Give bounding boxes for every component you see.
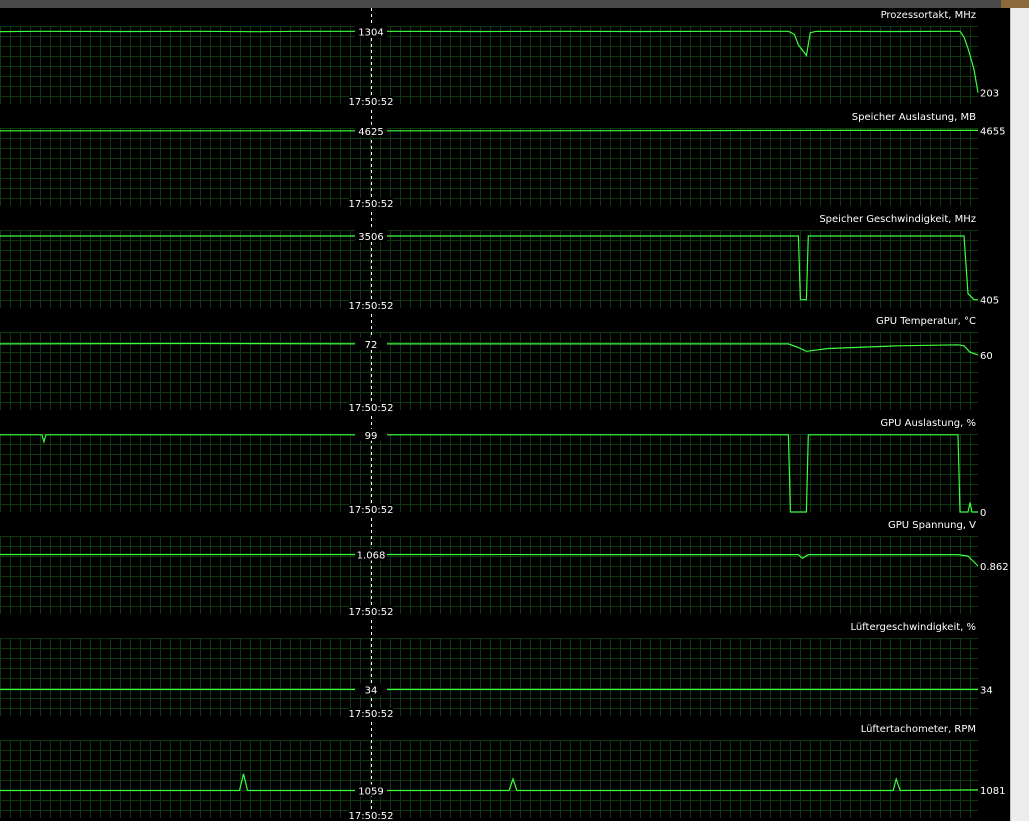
- graph-title: Speicher Geschwindigkeit, MHz: [819, 214, 976, 225]
- graph-plot-area: [0, 128, 978, 206]
- graph-plot-area: [0, 536, 978, 614]
- cursor-value: 99: [365, 431, 378, 442]
- graph-gpu-voltage[interactable]: GPU Spannung, V 0.862: [0, 520, 1009, 614]
- current-value: 0.862: [980, 562, 1009, 573]
- cursor-time: 17:50:52: [349, 505, 394, 516]
- current-value: 34: [980, 685, 993, 696]
- cursor-time: 17:50:52: [349, 97, 394, 108]
- graph-plot-area: [0, 26, 978, 104]
- monitoring-graphs-panel[interactable]: Prozessortakt, MHz 203 Speicher Auslastung…: [0, 8, 1010, 821]
- cursor-time: 17:50:52: [349, 709, 394, 720]
- cursor-time: 17:50:52: [349, 301, 394, 312]
- graph-title: GPU Auslastung, %: [880, 418, 976, 429]
- cursor-value: 1059: [358, 786, 383, 797]
- window-top-border: [0, 0, 1029, 8]
- graph-core-clock[interactable]: Prozessortakt, MHz 203: [0, 10, 1009, 104]
- graph-fan-speed[interactable]: Lüftergeschwindigkeit, % 34: [0, 622, 1009, 716]
- cursor-time: 17:50:52: [349, 403, 394, 414]
- graph-plot-area: [0, 740, 978, 818]
- graph-title: Lüftertachometer, RPM: [861, 724, 976, 735]
- graph-gpu-load[interactable]: GPU Auslastung, % 0: [0, 418, 1009, 519]
- cursor-value: 3506: [358, 232, 383, 243]
- graph-title: Lüftergeschwindigkeit, %: [850, 622, 976, 633]
- cursor-time: 17:50:52: [349, 607, 394, 618]
- window-corner-accent: [1001, 0, 1029, 8]
- cursor-time: 17:50:52: [349, 199, 394, 210]
- graph-memory-usage[interactable]: Speicher Auslastung, MB 4655: [0, 112, 1009, 206]
- graph-series-line: [0, 129, 978, 132]
- cursor-value: 1304: [358, 28, 383, 39]
- current-value: 0: [980, 508, 986, 519]
- vertical-scrollbar[interactable]: [1010, 8, 1029, 821]
- graph-plot-area: [0, 230, 978, 308]
- graph-fan-tachometer[interactable]: Lüftertachometer, RPM 1081: [0, 724, 1009, 818]
- graph-title: Prozessortakt, MHz: [881, 10, 976, 21]
- cursor-value: 72: [365, 340, 378, 351]
- cursor-value: 4625: [358, 127, 383, 138]
- current-value: 405: [980, 296, 999, 307]
- graph-plot-area: [0, 638, 978, 716]
- graph-gpu-temperature[interactable]: GPU Temperatur, °C 60: [0, 316, 1009, 410]
- cursor-time: 17:50:52: [349, 811, 394, 821]
- graph-title: Speicher Auslastung, MB: [852, 112, 976, 123]
- current-value: 1081: [980, 786, 1005, 797]
- current-value: 203: [980, 89, 999, 100]
- graph-title: GPU Spannung, V: [888, 520, 976, 531]
- monitoring-graphs[interactable]: Prozessortakt, MHz 203 Speicher Auslastung…: [0, 8, 1010, 821]
- graph-plot-area: [0, 434, 978, 512]
- graph-title: GPU Temperatur, °C: [876, 316, 976, 327]
- cursor-value: 1.068: [357, 550, 386, 561]
- cursor-value: 34: [365, 685, 378, 696]
- current-value: 60: [980, 351, 993, 362]
- current-value: 4655: [980, 126, 1005, 137]
- graph-memory-clock[interactable]: Speicher Geschwindigkeit, MHz 405: [0, 214, 1009, 308]
